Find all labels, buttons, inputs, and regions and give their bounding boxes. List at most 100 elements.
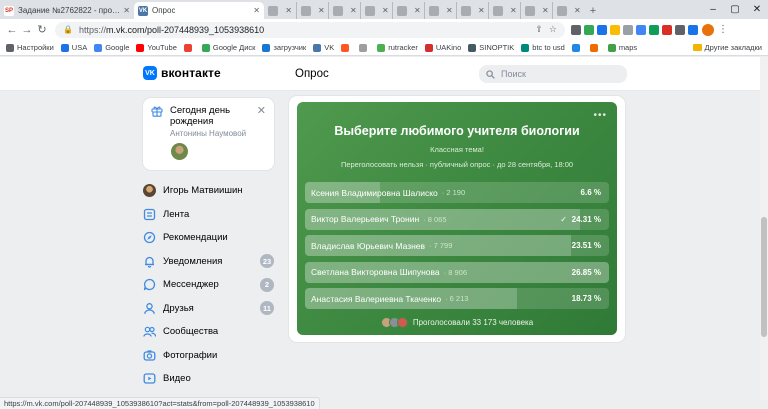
extension-icon[interactable] [649,24,659,35]
close-icon[interactable]: ✕ [120,6,130,15]
birthday-name[interactable]: Антонины Наумовой [170,129,266,138]
bookmark-item[interactable]: btc to usd [521,43,565,52]
poll-option[interactable]: Светлана Викторовна Шипунова · 8 906 26.… [305,261,609,283]
sidebar-item-friends[interactable]: Друзья 11 [143,297,277,321]
bookmark-item[interactable]: SINOPTIK [468,43,514,52]
star-icon[interactable]: ☆ [549,24,557,35]
close-icon[interactable]: ✕ [282,6,292,15]
voter-avatars[interactable] [380,317,408,328]
bookmark-item[interactable]: Google Диск [201,43,255,52]
close-icon[interactable]: ✕ [507,6,517,15]
bookmark-item[interactable]: USA [60,43,87,52]
tab-other[interactable]: ✕ [456,2,488,19]
close-icon[interactable]: ✕ [571,6,581,15]
status-bar-url: https://m.vk.com/poll-207448939_10539386… [0,397,320,409]
search-input[interactable] [501,69,611,79]
new-tab-button[interactable]: + [586,2,600,19]
close-icon[interactable]: ✕ [379,6,389,15]
kebab-menu-icon[interactable]: ⋮ [718,24,728,35]
close-icon[interactable]: ✕ [257,104,266,117]
forward-arrow-icon[interactable]: → [21,24,33,36]
tab-other[interactable]: ✕ [264,2,296,19]
close-icon[interactable]: ✕ [250,6,260,15]
bookmark-item[interactable] [359,43,370,52]
close-icon[interactable]: ✕ [315,6,325,15]
poll-option[interactable]: Владислав Юрьевич Мазнев · 7 799 23.51 % [305,235,609,257]
poll-option-count: · 6 213 [445,294,469,304]
extension-icon[interactable] [688,24,698,35]
poll-option[interactable]: Ксения Владимировна Шалиско · 2 190 6.6 … [305,182,609,203]
tab-other[interactable]: ✕ [424,2,456,19]
close-icon[interactable]: ✕ [475,6,485,15]
sidebar-item-feed[interactable]: Лента [143,203,277,227]
extension-icon[interactable] [571,24,581,35]
close-icon[interactable]: ✕ [411,6,421,15]
close-icon[interactable]: ✕ [443,6,453,15]
tab-other[interactable]: ✕ [328,2,360,19]
extension-icon[interactable] [623,24,633,35]
scrollbar-thumb[interactable] [761,217,767,337]
maximize-icon[interactable]: ▢ [724,4,746,15]
bookmark-item[interactable]: YouTube [136,43,177,52]
more-icon[interactable]: ••• [593,110,607,121]
sidebar-item-messenger[interactable]: Мессенджер 2 [143,273,277,297]
sidebar-item-profile[interactable]: Игорь Матвиишин [143,179,277,203]
extension-icon[interactable] [584,24,594,35]
share-icon[interactable]: ⇪ [535,24,543,35]
chat-icon [143,279,156,291]
poll-option-percent: 18.73 % [571,294,601,304]
tab-other[interactable]: ✕ [520,2,552,19]
bookmark-item[interactable]: VK [313,43,334,52]
other-bookmarks-folder[interactable]: Другие закладки [692,43,762,52]
bookmark-item[interactable]: maps [607,43,637,52]
gift-icon [151,106,163,117]
sidebar-item-communities[interactable]: Сообщества [143,320,277,344]
tab-other[interactable]: ✕ [552,2,584,19]
tab-task[interactable]: SP Задание №2762822 - просмотр з ✕ [0,2,134,19]
address-bar[interactable]: 🔒 https://m.vk.com/poll-207448939_105393… [55,21,565,38]
avatar[interactable] [171,143,188,160]
reload-icon[interactable]: ↻ [36,23,48,36]
extension-icon[interactable] [662,24,672,35]
extension-icon[interactable] [597,24,607,35]
sidebar-item-notifications[interactable]: Уведомления 23 [143,250,277,274]
page-title: Опрос [295,68,329,80]
poll-option-label: Виктор Валерьевич Тронин [311,214,420,225]
poll-total-votes[interactable]: Проголосовали 33 173 человека [413,318,533,327]
bookmark-item[interactable] [589,43,601,52]
minimize-icon[interactable]: – [702,4,724,15]
back-arrow-icon[interactable]: ← [6,24,18,36]
bookmark-item[interactable]: rutracker [377,43,418,52]
profile-avatar[interactable] [702,23,714,36]
window-close-icon[interactable]: ✕ [746,4,768,15]
page-scrollbar[interactable] [760,57,768,400]
close-icon[interactable]: ✕ [347,6,357,15]
tab-other[interactable]: ✕ [296,2,328,19]
poll-option[interactable]: Анастасия Валериевна Ткаченко · 6 213 18… [305,288,609,310]
sidebar-item-photos[interactable]: Фотографии [143,344,277,368]
page-favicon-icon [333,5,343,16]
extension-icon[interactable] [636,24,646,35]
bookmark-icon [313,43,322,52]
sidebar-item-video[interactable]: Видео [143,367,277,391]
search-box[interactable] [479,65,627,83]
tab-other[interactable]: ✕ [360,2,392,19]
extension-icon[interactable] [610,24,620,35]
poll-option[interactable]: Виктор Валерьевич Тронин · 8 065 ✓ 24.31… [305,208,609,230]
video-icon [143,373,156,384]
bookmark-item[interactable] [571,43,583,52]
bookmark-item[interactable]: Google [94,43,129,52]
bookmark-item[interactable]: Настройки [6,43,54,52]
tab-other[interactable]: ✕ [488,2,520,19]
bookmark-item[interactable]: загрузчик [262,43,306,52]
sidebar-item-recommendations[interactable]: Рекомендации [143,226,277,250]
bookmark-item[interactable] [183,43,195,52]
puzzle-icon[interactable] [675,24,685,35]
tab-poll[interactable]: VK Опрос ✕ [134,2,264,19]
close-icon[interactable]: ✕ [539,6,549,15]
bookmark-icon [136,43,145,52]
bookmark-item[interactable]: UAKino [424,43,461,52]
vk-logo[interactable]: VK вконтакте [143,66,221,80]
bookmark-item[interactable] [341,43,352,52]
tab-other[interactable]: ✕ [392,2,424,19]
